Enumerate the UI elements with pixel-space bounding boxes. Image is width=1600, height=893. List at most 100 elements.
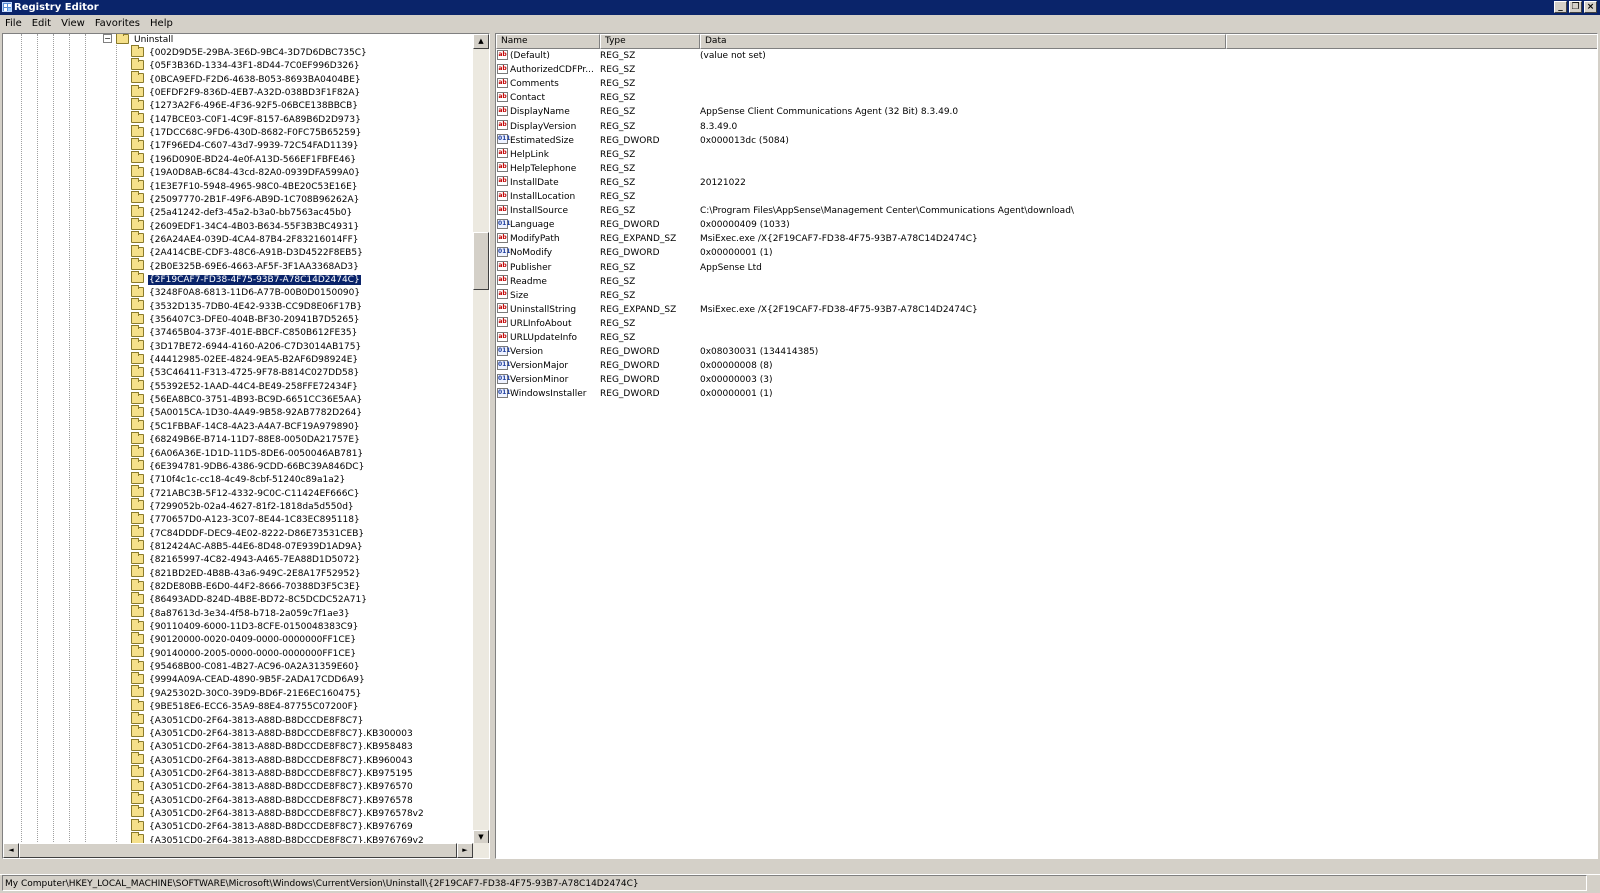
tree-node[interactable]: {2F19CAF7-FD38-4F75-93B7-A78C14D2474C} bbox=[131, 271, 362, 288]
tree-node[interactable]: {26A24AE4-039D-4CA4-87B4-2F83216014FF} bbox=[131, 231, 360, 248]
tree-node[interactable]: {95468B00-C081-4B27-AC96-0A2A31359E60} bbox=[131, 658, 361, 675]
column-header-name[interactable]: Name bbox=[496, 34, 600, 49]
tree-node[interactable]: {147BCE03-C0F1-4C9F-8157-6A89B6D2D973} bbox=[131, 111, 362, 128]
registry-value-row[interactable]: ab AuthorizedCDFPr... REG_SZ bbox=[496, 63, 1597, 77]
tree-node[interactable]: {721ABC3B-5F12-4332-9C0C-C11424EF666C} bbox=[131, 485, 361, 502]
tree-node[interactable]: {A3051CD0-2F64-3813-A88D-B8DCCDE8F8C7}.K… bbox=[131, 792, 414, 809]
tree-node[interactable]: {3D17BE72-6944-4160-A206-C7D3014AB175} bbox=[131, 338, 362, 355]
tree-node[interactable]: {5A0015CA-1D30-4A49-9B58-92AB7782D264} bbox=[131, 404, 363, 421]
tree-node[interactable]: {770657D0-A123-3C07-8E44-1C83EC895118} bbox=[131, 511, 361, 528]
registry-value-row[interactable]: ab URLUpdateInfo REG_SZ bbox=[496, 331, 1597, 345]
tree-node[interactable]: {37465B04-373F-401E-BBCF-C850B612FE35} bbox=[131, 324, 358, 341]
registry-value-row[interactable]: ab HelpTelephone REG_SZ bbox=[496, 162, 1597, 176]
tree-node[interactable]: {A3051CD0-2F64-3813-A88D-B8DCCDE8F8C7}.K… bbox=[131, 738, 414, 755]
registry-value-row[interactable]: 011Version REG_DWORD 0x08030031 (134414385… bbox=[496, 345, 1597, 359]
registry-value-row[interactable]: ab DisplayVersion REG_SZ 8.3.49.0 bbox=[496, 120, 1597, 134]
tree-node[interactable]: {19A0D8AB-6C84-43cd-82A0-0939DFA599A0} bbox=[131, 164, 361, 181]
key-tree-pane[interactable]: − Uninstall {002D9D5E-29BA-3E6D-9BC4-3D7D… bbox=[2, 33, 490, 859]
tree-node[interactable]: {A3051CD0-2F64-3813-A88D-B8DCCDE8F8C7}.K… bbox=[131, 778, 414, 795]
registry-value-row[interactable]: ab ModifyPath REG_EXPAND_SZ MsiExec.exe /X{… bbox=[496, 232, 1597, 246]
scroll-right-button[interactable]: ► bbox=[457, 843, 473, 858]
registry-value-row[interactable]: ab DisplayName REG_SZ AppSense Client Commu… bbox=[496, 105, 1597, 119]
column-header-data[interactable]: Data bbox=[700, 34, 1226, 49]
tree-node[interactable]: {2609EDF1-34C4-4B03-B634-55F3B3BC4931} bbox=[131, 218, 360, 235]
tree-node[interactable]: {356407C3-DFE0-404B-BF30-20941B7D5265} bbox=[131, 311, 361, 328]
tree-vertical-scrollbar[interactable]: ▲ ▼ bbox=[473, 34, 489, 845]
tree-node[interactable]: {90120000-0020-0409-0000-0000000FF1CE} bbox=[131, 631, 357, 648]
tree-node[interactable]: {196D090E-BD24-4e0f-A13D-566EF1FBFE46} bbox=[131, 151, 357, 168]
tree-node[interactable]: {44412985-02EE-4824-9EA5-B2AF6D98924E} bbox=[131, 351, 359, 368]
registry-value-row[interactable]: ab InstallLocation REG_SZ bbox=[496, 190, 1597, 204]
tree-node[interactable]: {2A414CBE-CDF3-48C6-A91B-D3D4522F8EB5} bbox=[131, 244, 364, 261]
tree-node[interactable]: {5C1FBBAF-14C8-4A23-A4A7-BCF19A979890} bbox=[131, 418, 361, 435]
tree-node[interactable]: {2B0E325B-69E6-4663-AF5F-3F1AA3368AD3} bbox=[131, 258, 360, 275]
tree-node[interactable]: {7299052b-02a4-4627-81f2-1818da5d550d} bbox=[131, 498, 355, 515]
registry-value-row[interactable]: ab Publisher REG_SZ AppSense Ltd bbox=[496, 261, 1597, 275]
tree-node[interactable]: {A3051CD0-2F64-3813-A88D-B8DCCDE8F8C7}.K… bbox=[131, 765, 414, 782]
column-header-type[interactable]: Type bbox=[600, 34, 700, 49]
registry-value-row[interactable]: 011VersionMinor REG_DWORD 0x00000003 (3) bbox=[496, 373, 1597, 387]
tree-node[interactable]: {1273A2F6-496E-4F36-92F5-06BCE138BBCB} bbox=[131, 97, 359, 114]
tree-node[interactable]: {9994A09A-CEAD-4890-9B5F-2ADA17CDD6A9} bbox=[131, 671, 366, 688]
tree-node[interactable]: {17F96ED4-C607-43d7-9939-72C54FAD1139} bbox=[131, 137, 360, 154]
registry-value-row[interactable]: ab Readme REG_SZ bbox=[496, 275, 1597, 289]
registry-value-row[interactable]: ab UninstallString REG_EXPAND_SZ MsiExec.ex… bbox=[496, 303, 1597, 317]
registry-value-row[interactable]: 011NoModify REG_DWORD 0x00000001 (1) bbox=[496, 246, 1597, 260]
tree-node[interactable]: {7C84DDDF-DEC9-4E02-8222-D86E73531CEB} bbox=[131, 525, 365, 542]
registry-value-row[interactable]: ab HelpLink REG_SZ bbox=[496, 148, 1597, 162]
scroll-up-button[interactable]: ▲ bbox=[473, 34, 489, 49]
tree-node[interactable]: {9A25302D-30C0-39D9-BD6F-21E6EC160475} bbox=[131, 685, 362, 702]
minimize-button[interactable]: _ bbox=[1554, 1, 1567, 13]
scroll-thumb[interactable] bbox=[19, 843, 457, 858]
registry-value-row[interactable]: ab InstallDate REG_SZ 20121022 bbox=[496, 176, 1597, 190]
values-list-pane[interactable]: Name Type Data ab (Default) REG_SZ (value n… bbox=[495, 33, 1598, 859]
tree-node[interactable]: {25a41242-def3-45a2-b3a0-bb7563ac45b0} bbox=[131, 204, 353, 221]
tree-node[interactable]: {3248F0A8-6813-11D6-A77B-00B0D0150090} bbox=[131, 284, 361, 301]
tree-node[interactable]: {A3051CD0-2F64-3813-A88D-B8DCCDE8F8C7}.K… bbox=[131, 805, 425, 822]
tree-node[interactable]: {53C46411-F313-4725-9F78-B814C027DD58} bbox=[131, 364, 360, 381]
registry-value-row[interactable]: 011VersionMajor REG_DWORD 0x00000008 (8) bbox=[496, 359, 1597, 373]
tree-node[interactable]: {25097770-2B1F-49F6-AB9D-1C708B96262A} bbox=[131, 191, 360, 208]
tree-node[interactable]: {05F3B36D-1334-43F1-8D44-7C0EF996D326} bbox=[131, 57, 361, 74]
registry-value-row[interactable]: 011Language REG_DWORD 0x00000409 (1033) bbox=[496, 218, 1597, 232]
scroll-thumb[interactable] bbox=[473, 232, 489, 290]
collapse-toggle[interactable]: − bbox=[103, 34, 112, 43]
tree-node[interactable]: {710f4c1c-cc18-4c49-8cbf-51240c89a1a2} bbox=[131, 471, 346, 488]
tree-node[interactable]: {55392E52-1AAD-44C4-BE49-258FFE72434F} bbox=[131, 378, 359, 395]
tree-node[interactable]: {90140000-2005-0000-0000-0000000FF1CE} bbox=[131, 645, 357, 662]
tree-node[interactable]: {6A06A36E-1D1D-11D5-8DE6-0050046AB781} bbox=[131, 445, 364, 462]
tree-node[interactable]: {812424AC-A8B5-44E6-8D48-07E939D1AD9A} bbox=[131, 538, 364, 555]
registry-value-row[interactable]: ab URLInfoAbout REG_SZ bbox=[496, 317, 1597, 331]
menu-help[interactable]: Help bbox=[145, 18, 178, 29]
tree-node[interactable]: {0BCA9EFD-F2D6-4638-B053-8693BA0404BE} bbox=[131, 71, 362, 88]
registry-value-row[interactable]: ab Comments REG_SZ bbox=[496, 77, 1597, 91]
tree-node[interactable]: {86493ADD-824D-4B8E-BD72-8C5DCDC52A71} bbox=[131, 591, 368, 608]
tree-node[interactable]: {9BE518E6-ECC6-35A9-88E4-87755C07200F} bbox=[131, 698, 360, 715]
tree-node[interactable]: {68249B6E-B714-11D7-88E8-0050DA21757E} bbox=[131, 431, 361, 448]
registry-value-row[interactable]: ab InstallSource REG_SZ C:\Program Files\Ap… bbox=[496, 204, 1597, 218]
tree-node[interactable]: {1E3E7F10-5948-4965-98C0-4BE20C53E16E} bbox=[131, 178, 359, 195]
restore-button[interactable]: ❐ bbox=[1569, 1, 1582, 13]
tree-node[interactable]: {A3051CD0-2F64-3813-A88D-B8DCCDE8F8C7} bbox=[131, 712, 364, 729]
registry-value-row[interactable]: ab Size REG_SZ bbox=[496, 289, 1597, 303]
tree-node[interactable]: {82DE80BB-E6D0-44F2-8666-70388D3F5C3E} bbox=[131, 578, 362, 595]
tree-node[interactable]: {821BD2ED-4B8B-43a6-949C-2E8A17F52952} bbox=[131, 565, 362, 582]
menu-edit[interactable]: Edit bbox=[27, 18, 56, 29]
tree-node[interactable]: {17DCC68C-9FD6-430D-8682-F0FC75B65259} bbox=[131, 124, 362, 141]
tree-node[interactable]: {A3051CD0-2F64-3813-A88D-B8DCCDE8F8C7}.K… bbox=[131, 752, 414, 769]
registry-value-row[interactable]: 011WindowsInstaller REG_DWORD 0x00000001 (… bbox=[496, 387, 1597, 401]
tree-node[interactable]: {82165997-4C82-4943-A465-7EA88D1D5072} bbox=[131, 551, 361, 568]
tree-node[interactable]: {A3051CD0-2F64-3813-A88D-B8DCCDE8F8C7}.K… bbox=[131, 725, 414, 742]
scroll-left-button[interactable]: ◄ bbox=[3, 843, 19, 858]
pane-splitter[interactable] bbox=[490, 33, 494, 859]
tree-node[interactable]: {6E394781-9DB6-4386-9CDD-66BC39A846DC} bbox=[131, 458, 365, 475]
tree-node[interactable]: {90110409-6000-11D3-8CFE-0150048383C9} bbox=[131, 618, 359, 635]
tree-horizontal-scrollbar[interactable]: ◄ ► bbox=[3, 843, 489, 858]
tree-node[interactable]: {3532D135-7DB0-4E42-933B-CC9D8E06F17B} bbox=[131, 298, 363, 315]
close-button[interactable]: × bbox=[1584, 1, 1597, 13]
tree-node[interactable]: {A3051CD0-2F64-3813-A88D-B8DCCDE8F8C7}.K… bbox=[131, 818, 414, 835]
menu-favorites[interactable]: Favorites bbox=[90, 18, 145, 29]
tree-node[interactable]: {8a87613d-3e34-4f58-b718-2a059c7f1ae3} bbox=[131, 605, 351, 622]
registry-value-row[interactable]: ab (Default) REG_SZ (value not set) bbox=[496, 49, 1597, 63]
menu-view[interactable]: View bbox=[56, 18, 90, 29]
